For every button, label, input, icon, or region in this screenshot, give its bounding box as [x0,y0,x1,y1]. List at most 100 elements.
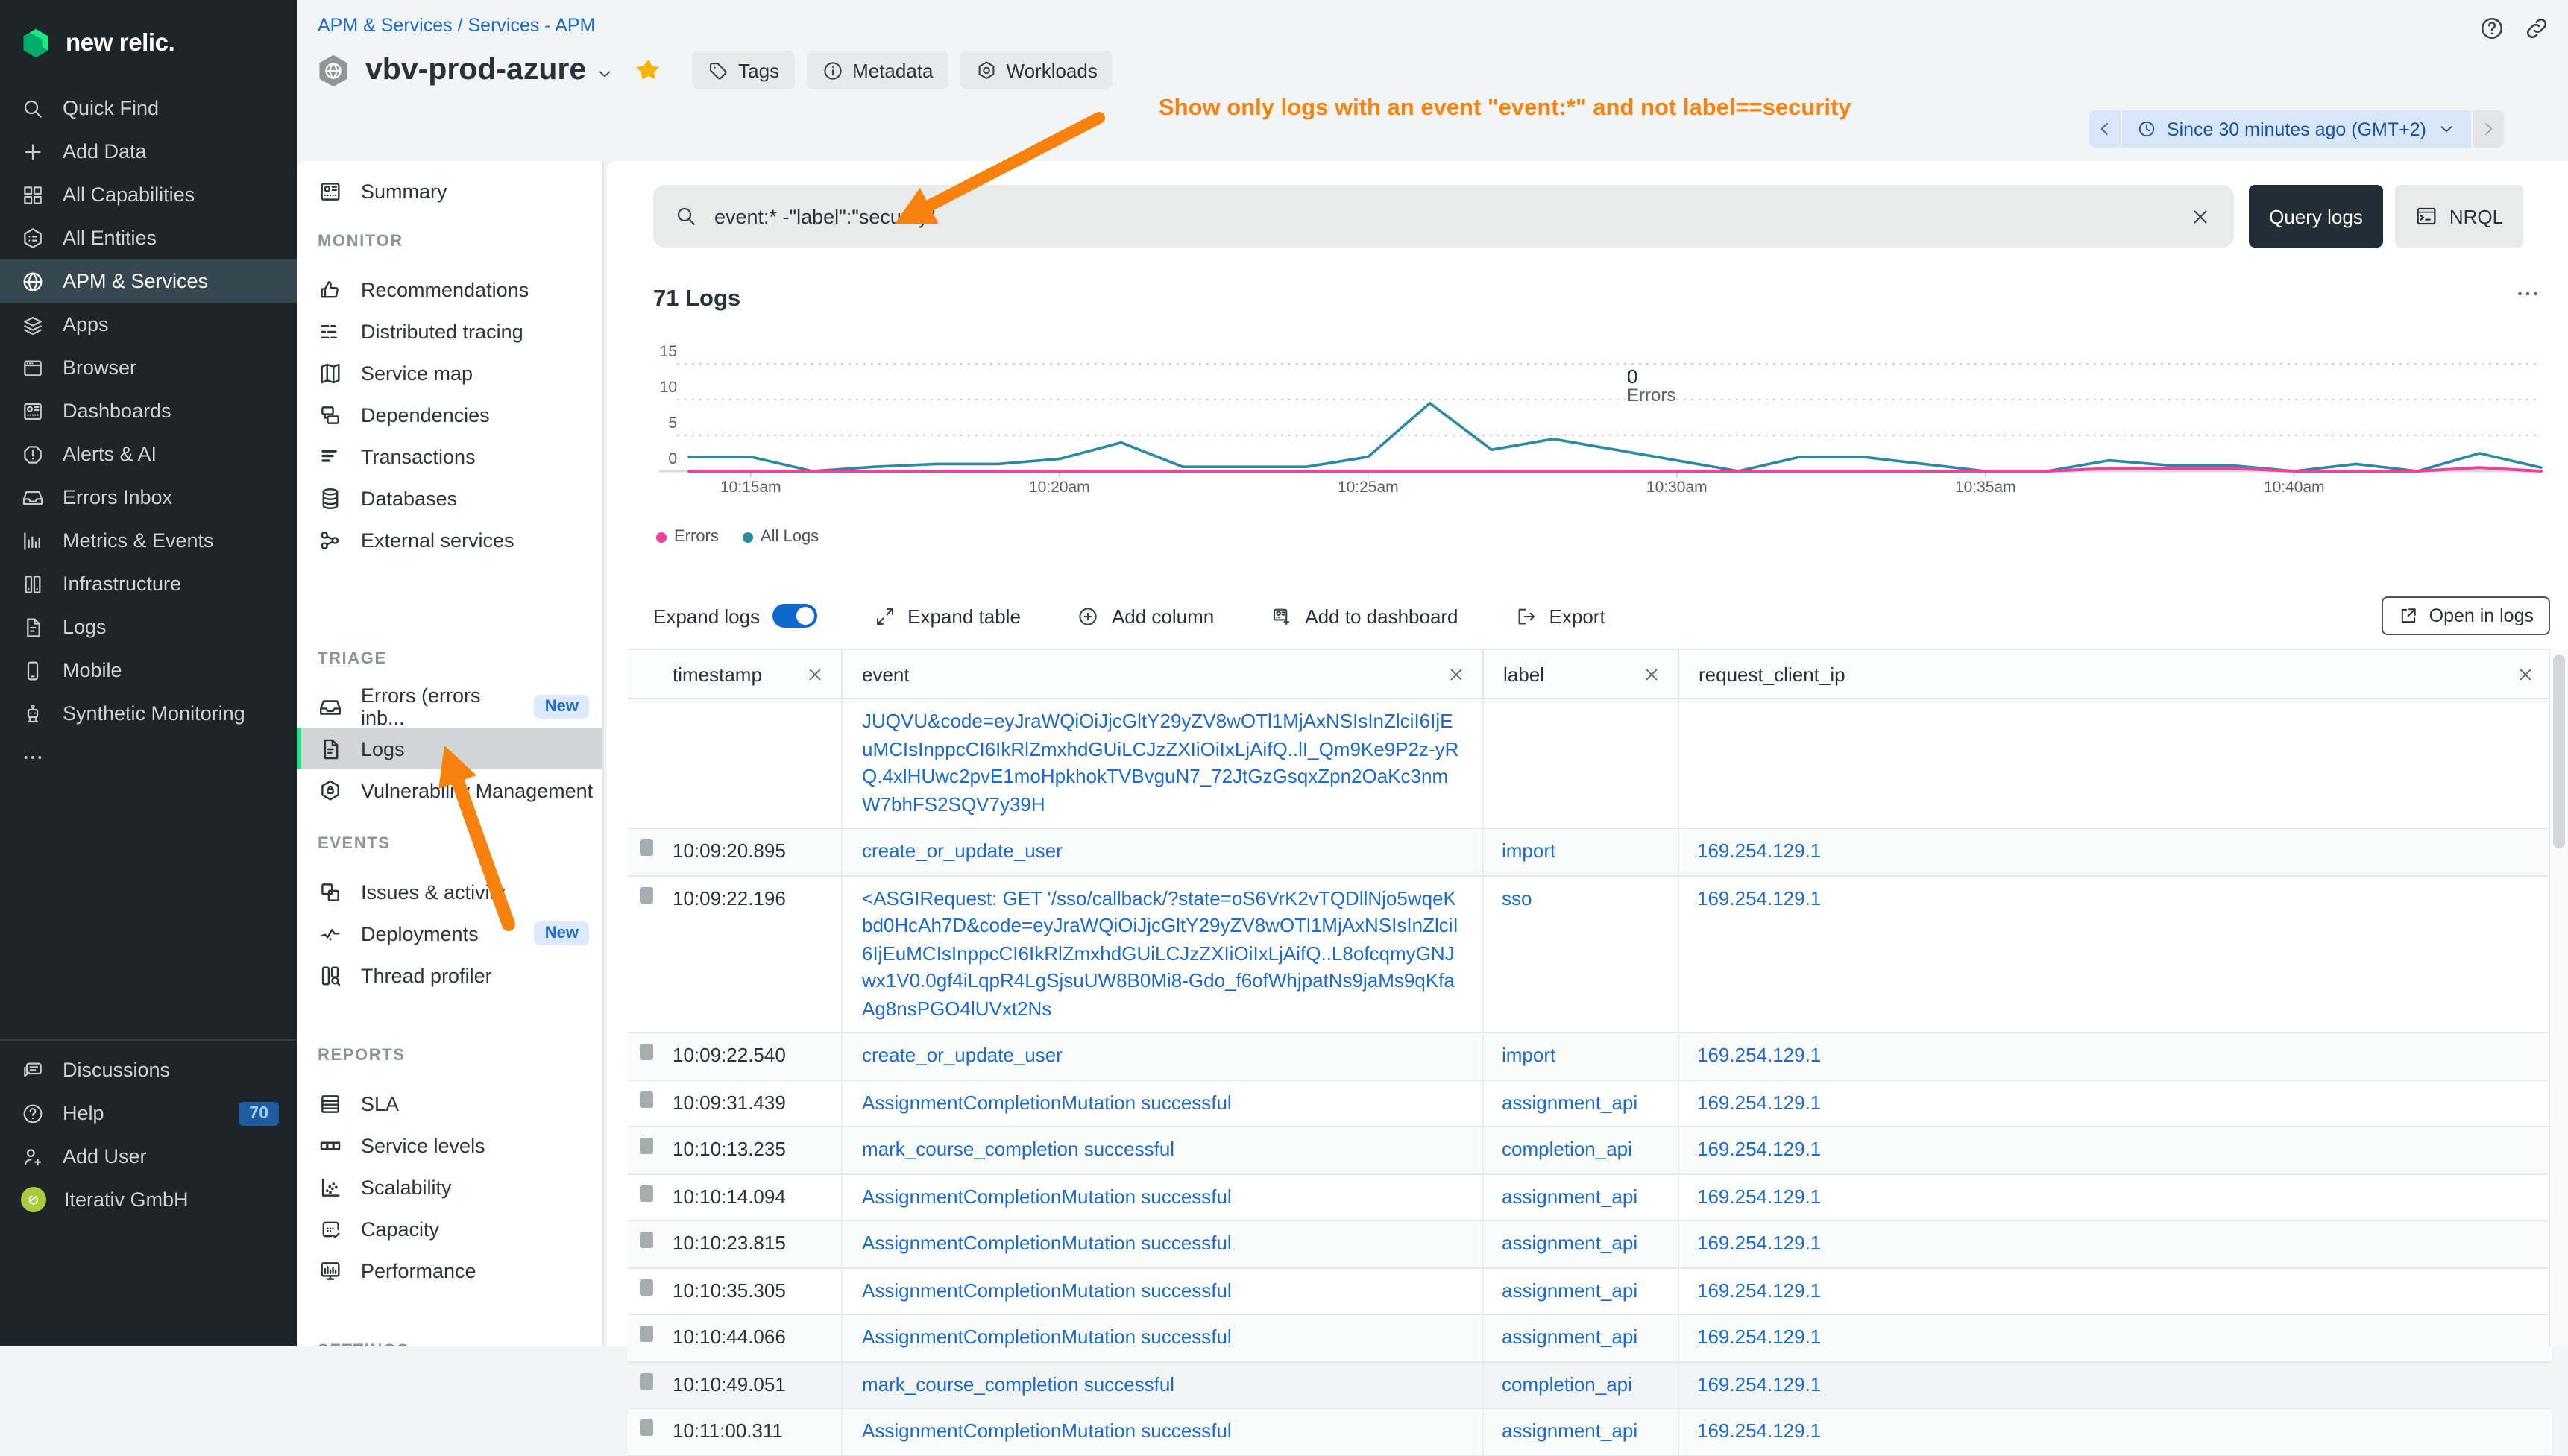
legend-item-all-logs[interactable]: All Logs [743,528,819,546]
subnav-item-summary[interactable]: Summary [297,170,602,212]
header-label[interactable]: label [1482,650,1678,698]
nrql-button[interactable]: NRQL [2395,185,2523,248]
subnav-item-thread-profiler[interactable]: Thread profiler [297,954,602,996]
scrollbar-thumb[interactable] [2553,655,2565,848]
sidebar-item-browser[interactable]: Browser [0,346,297,389]
header-request-client-ip[interactable]: request_client_ip [1678,650,2552,698]
table-row[interactable]: 10:09:22.196<ASGIRequest: GET '/sso/call… [628,876,2552,1033]
table-row[interactable]: 10:10:13.235mark_course_completion succe… [628,1127,2552,1174]
subnav-item-logs[interactable]: Logs [297,728,602,769]
table-row[interactable]: 10:10:14.094AssignmentCompletionMutation… [628,1174,2552,1221]
cell-request-client-ip[interactable]: 169.254.129.1 [1678,829,2552,874]
sidebar-item-logs[interactable]: Logs [0,605,297,649]
table-row[interactable]: 10:10:35.305AssignmentCompletionMutation… [628,1268,2552,1315]
cell-request-client-ip[interactable]: 169.254.129.1 [1678,1268,2552,1314]
table-scrollbar[interactable] [2549,649,2568,1346]
sidebar-item-quick-find[interactable]: Quick Find [0,86,297,130]
cell-label[interactable]: assignment_api [1482,1174,1678,1220]
tags-button[interactable]: Tags [692,51,794,89]
table-row[interactable]: 10:10:23.815AssignmentCompletionMutation… [628,1221,2552,1268]
cell-request-client-ip[interactable]: 169.254.129.1 [1678,1080,2552,1126]
cell-event[interactable]: JUQVU&code=eyJraWQiOiJjcGltY29yZV8wOTl1M… [841,699,1482,828]
sidebar-item-apps[interactable]: Apps [0,303,297,346]
remove-column-icon[interactable] [805,664,825,684]
sidebar-item-dots[interactable] [0,735,297,778]
subnav-item-databases[interactable]: Databases [297,477,602,519]
cell-event[interactable]: mark_course_completion successful [841,1127,1482,1173]
cell-event[interactable]: mark_course_completion successful [841,1362,1482,1408]
cell-label[interactable]: sso [1482,876,1678,1032]
subnav-item-scalability[interactable]: Scalability [297,1166,602,1208]
cell-request-client-ip[interactable]: 169.254.129.1 [1678,1127,2552,1173]
sidebar-item-all-entities[interactable]: All Entities [0,216,297,259]
expand-table-button[interactable]: Expand table [873,605,1021,627]
expand-logs-toggle[interactable]: Expand logs [653,604,816,628]
sidebar-footer-discussions[interactable]: Discussions [0,1048,297,1091]
sidebar-item-metrics-events[interactable]: Metrics & Events [0,519,297,562]
cell-request-client-ip[interactable]: 169.254.129.1 [1678,1409,2552,1455]
sidebar-item-apm-services[interactable]: APM & Services [0,259,297,303]
row-marker-square[interactable] [640,1373,653,1389]
new-relic-logo[interactable]: new relic. [0,0,297,86]
sidebar-footer-help[interactable]: Help70 [0,1091,297,1135]
open-in-logs-button[interactable]: Open in logs [2382,596,2550,635]
row-marker-square[interactable] [640,886,653,903]
cell-event[interactable]: AssignmentCompletionMutation successful [841,1315,1482,1361]
sidebar-item-mobile[interactable]: Mobile [0,649,297,692]
table-row[interactable]: 10:09:20.895create_or_update_userimport1… [628,829,2552,876]
entity-switcher-chevron-icon[interactable] [595,63,614,83]
row-marker-square[interactable] [640,839,653,856]
breadcrumb-services-apm[interactable]: Services - APM [468,15,596,36]
sidebar-item-dashboards[interactable]: Dashboards [0,389,297,432]
subnav-item-service-map[interactable]: Service map [297,352,602,394]
logs-timeseries-chart[interactable]: 05101510:15am10:20am10:25am10:30am10:35a… [653,328,2550,504]
subnav-item-issues-activity[interactable]: Issues & activity [297,871,602,913]
export-button[interactable]: Export [1515,605,1605,627]
row-marker-square[interactable] [640,1279,653,1295]
time-forward-button[interactable] [2473,110,2504,148]
subnav-item-external-services[interactable]: External services [297,519,602,561]
breadcrumb-apm-services[interactable]: APM & Services [318,15,453,36]
sidebar-item-all-capabilities[interactable]: All Capabilities [0,173,297,216]
help-circle-icon[interactable] [2479,15,2505,42]
remove-column-icon[interactable] [2516,664,2535,684]
favorite-star-icon[interactable] [635,57,662,83]
subnav-item-recommendations[interactable]: Recommendations [297,268,602,310]
logs-search-input[interactable]: event:* -"label":"security" [653,185,2234,248]
copy-link-icon[interactable] [2523,15,2550,42]
subnav-item-dependencies[interactable]: Dependencies [297,394,602,435]
table-row[interactable]: 10:10:44.066AssignmentCompletionMutation… [628,1315,2552,1362]
table-row[interactable]: JUQVU&code=eyJraWQiOiJjcGltY29yZV8wOTl1M… [628,699,2552,829]
subnav-item-transactions[interactable]: Transactions [297,435,602,477]
cell-event[interactable]: create_or_update_user [841,1033,1482,1079]
remove-column-icon[interactable] [1447,664,1466,684]
sidebar-item-synthetic-monitoring[interactable]: Synthetic Monitoring [0,692,297,735]
table-row[interactable]: 10:09:31.439AssignmentCompletionMutation… [628,1080,2552,1127]
sidebar-item-alerts-ai[interactable]: Alerts & AI [0,432,297,476]
cell-request-client-ip[interactable]: 169.254.129.1 [1678,1033,2552,1079]
add-to-dashboard-button[interactable]: Add to dashboard [1271,605,1458,627]
sidebar-footer-iterativ-gmbh[interactable]: Iterativ GmbH [0,1178,297,1221]
remove-column-icon[interactable] [1642,664,1661,684]
sidebar-item-errors-inbox[interactable]: Errors Inbox [0,476,297,519]
workloads-button[interactable]: Workloads [960,51,1113,89]
subnav-item-service-levels[interactable]: Service levels [297,1124,602,1166]
cell-request-client-ip[interactable] [1678,699,2552,828]
cell-event[interactable]: AssignmentCompletionMutation successful [841,1080,1482,1126]
toggle-on-switch[interactable] [772,604,816,628]
time-range-button[interactable]: Since 30 minutes ago (GMT+2) [2122,110,2471,148]
row-marker-square[interactable] [640,1419,653,1436]
subnav-item-distributed-tracing[interactable]: Distributed tracing [297,310,602,352]
row-marker-square[interactable] [640,1091,653,1107]
sidebar-item-infrastructure[interactable]: Infrastructure [0,562,297,605]
cell-request-client-ip[interactable]: 169.254.129.1 [1678,1362,2552,1408]
header-event[interactable]: event [841,650,1482,698]
cell-label[interactable]: import [1482,1033,1678,1079]
subnav-item-deployments[interactable]: DeploymentsNew [297,913,602,954]
cell-event[interactable]: create_or_update_user [841,829,1482,874]
cell-event[interactable]: <ASGIRequest: GET '/sso/callback/?state=… [841,876,1482,1032]
row-marker-square[interactable] [640,1044,653,1060]
subnav-item-errors-errors-inb[interactable]: Errors (errors inb...New [297,686,602,728]
row-marker-square[interactable] [640,1232,653,1248]
table-row[interactable]: 10:11:00.311AssignmentCompletionMutation… [628,1409,2552,1456]
